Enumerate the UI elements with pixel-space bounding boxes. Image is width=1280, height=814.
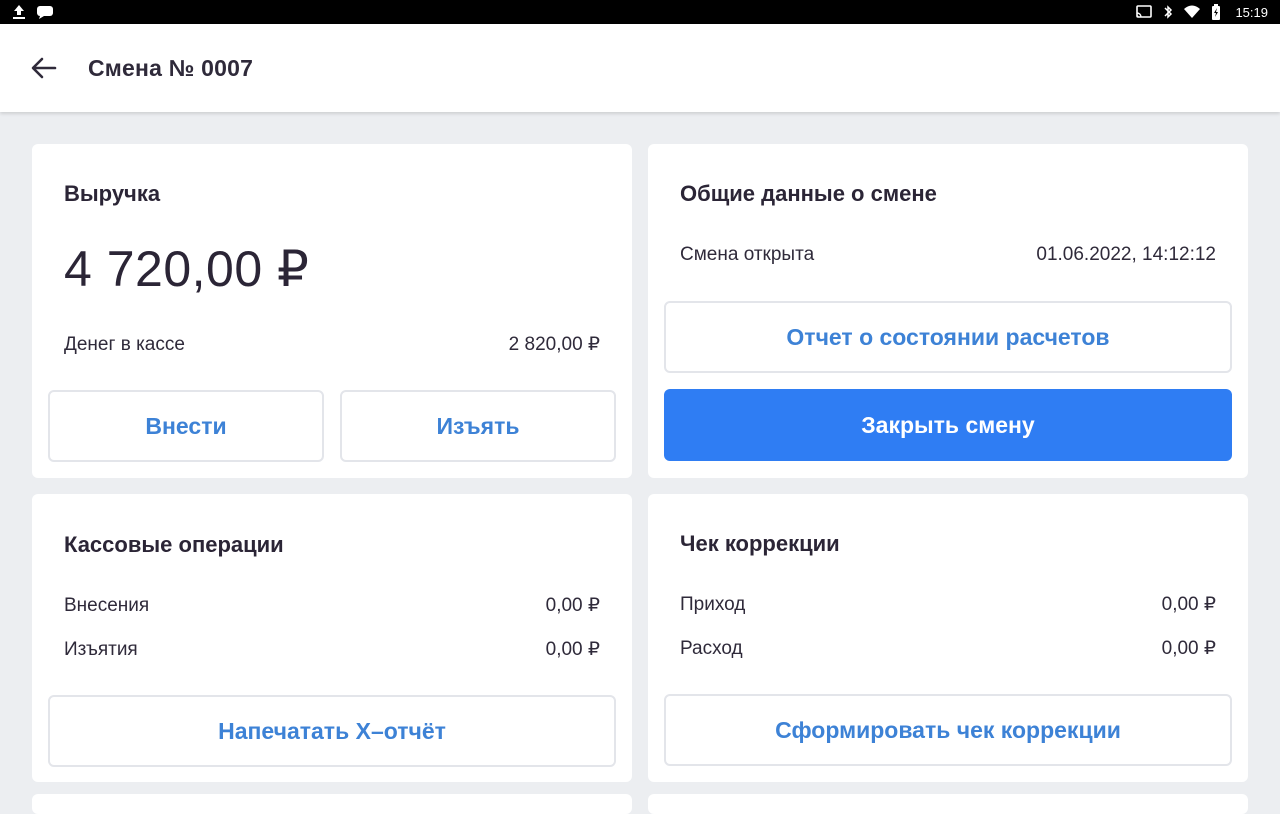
close-shift-button[interactable]: Закрыть смену: [664, 389, 1232, 461]
page-title: Смена № 0007: [88, 54, 254, 81]
shift-info-title: Общие данные о смене: [680, 181, 937, 206]
shift-opened-row: Смена открыта 01.06.2022, 14:12:12: [680, 244, 1216, 266]
income-value: 0,00 ₽: [1161, 594, 1216, 615]
deposit-button[interactable]: Внести: [48, 390, 324, 462]
withdrawals-label: Изъятия: [64, 638, 138, 660]
cash-op-row: Изъятия 0,00 ₽: [64, 638, 600, 661]
deposits-value: 0,00 ₽: [545, 595, 600, 616]
cash-operations-card: Кассовые операции Внесения 0,00 ₽ Изъяти…: [32, 494, 632, 782]
message-icon: [36, 4, 54, 20]
withdraw-button[interactable]: Изъять: [340, 390, 616, 462]
cash-label: Денег в кассе: [64, 333, 185, 355]
cast-icon: [1135, 4, 1153, 20]
battery-charging-icon: [1211, 4, 1221, 20]
print-x-report-button[interactable]: Напечатать X–отчёт: [48, 695, 616, 767]
status-time: 15:19: [1235, 4, 1268, 20]
wifi-icon: [1183, 4, 1201, 20]
income-label: Приход: [680, 593, 746, 615]
correction-row: Расход 0,00 ₽: [680, 637, 1216, 660]
upload-icon: [12, 4, 26, 20]
arrow-left-icon: [31, 57, 57, 79]
next-card-right: [648, 794, 1248, 814]
deposits-label: Внесения: [64, 594, 150, 616]
withdrawals-value: 0,00 ₽: [545, 639, 600, 660]
correction-receipt-card: Чек коррекции Приход 0,00 ₽ Расход 0,00 …: [648, 494, 1248, 782]
expense-value: 0,00 ₽: [1161, 638, 1216, 659]
revenue-card: Выручка 4 720,00 ₽ Денег в кассе 2 820,0…: [32, 144, 632, 478]
shift-opened-value: 01.06.2022, 14:12:12: [1036, 244, 1216, 265]
expense-label: Расход: [680, 637, 743, 659]
app-bar: Смена № 0007: [0, 24, 1280, 112]
bluetooth-icon: [1163, 4, 1173, 20]
back-button[interactable]: [20, 44, 68, 92]
correction-title: Чек коррекции: [680, 531, 840, 556]
create-correction-button[interactable]: Сформировать чек коррекции: [664, 694, 1232, 766]
next-card-left: [32, 794, 632, 814]
shift-opened-label: Смена открыта: [680, 244, 815, 265]
cash-op-row: Внесения 0,00 ₽: [64, 594, 600, 617]
revenue-amount: 4 720,00 ₽: [64, 241, 310, 297]
shift-info-card: Общие данные о смене Смена открыта 01.06…: [648, 144, 1248, 478]
revenue-title: Выручка: [64, 181, 161, 206]
status-bar: 15:19: [0, 0, 1280, 24]
correction-row: Приход 0,00 ₽: [680, 593, 1216, 616]
cash-value: 2 820,00 ₽: [508, 334, 600, 355]
cash-operations-title: Кассовые операции: [64, 532, 284, 557]
settlement-report-button[interactable]: Отчет о состоянии расчетов: [664, 301, 1232, 373]
cash-in-register-row: Денег в кассе 2 820,00 ₽: [64, 333, 600, 356]
